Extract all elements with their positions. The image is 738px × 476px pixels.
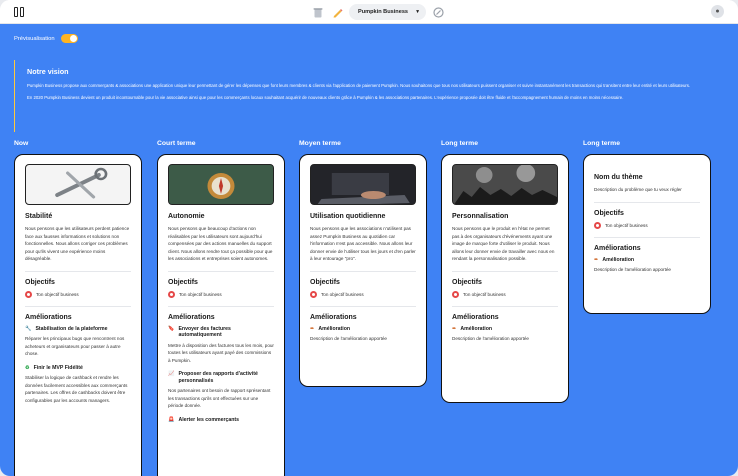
improvement-description: Description de l'amélioration apportée: [452, 336, 529, 341]
improvements-heading: Améliorations: [594, 244, 641, 252]
preview-toggle[interactable]: [60, 34, 78, 43]
improvement-description: Description de l'amélioration apportée: [594, 267, 671, 272]
user-icon: ●: [715, 8, 720, 15]
improvements-heading: Améliorations: [25, 313, 72, 321]
target-icon: [168, 290, 175, 298]
chevron-down-icon: ▼: [415, 9, 421, 15]
target-icon: [594, 221, 601, 229]
improvement-title: 📈 Proposer des rapports d'activité perso…: [168, 371, 258, 384]
goals-heading: Objectifs: [452, 278, 482, 286]
sidebar-toggle-icon[interactable]: [14, 7, 25, 17]
preview-toggle-row: Prévisualisation: [14, 34, 78, 43]
improvement-title: ✒ Amélioration: [452, 325, 493, 332]
goal-text: Ton objectif business: [179, 291, 222, 297]
theme-title: Stabilité: [25, 213, 53, 220]
theme-card-stabilite[interactable]: Stabilité Nous pensons que les utilisate…: [14, 154, 142, 476]
trash-icon[interactable]: [311, 5, 325, 19]
theme-title: Utilisation quotidienne: [310, 213, 386, 220]
improvement-title: 🚨 Alerter les commerçants: [168, 416, 240, 423]
column-title-now: Now: [14, 140, 29, 147]
target-icon: [25, 290, 32, 298]
laptop-photo: [310, 164, 416, 205]
theme-title: Nom du thème: [594, 174, 643, 181]
recycle-icon: ♻: [25, 364, 30, 371]
improvement-title: 🔧 Stabilisation de la plateforme: [25, 325, 108, 332]
goal-text: Ton objectif business: [321, 291, 364, 297]
concert-photo: [452, 164, 558, 205]
vision-title: Notre vision: [27, 67, 69, 76]
target-icon: [452, 290, 459, 298]
pen-icon: ✒: [594, 256, 599, 263]
workspace-select[interactable]: Pumpkin Business ▼: [349, 4, 427, 20]
vision-paragraph: Pumpkin Business propose aux commerçants…: [27, 83, 691, 88]
column-title-long-terme-2: Long terme: [583, 140, 621, 147]
improvement-description: Nos partenaires ont besoin de rapport sp…: [168, 388, 271, 408]
theme-description: Nous pensons que beaucoup d'actions non …: [168, 226, 273, 261]
goals-heading: Objectifs: [25, 278, 55, 286]
goal-item: Ton objectif business: [452, 290, 558, 298]
pencil-icon[interactable]: [330, 5, 344, 19]
goal-text: Ton objectif business: [463, 291, 506, 297]
app-window: Pumpkin Business ▼ ● Prévisualisation No…: [0, 0, 738, 476]
theme-card-utilisation-quotidienne[interactable]: Utilisation quotidienne Nous pensons que…: [299, 154, 427, 387]
vision-block: Notre vision Pumpkin Business propose au…: [14, 60, 714, 132]
pen-icon: ✒: [310, 325, 315, 332]
improvement-description: Stabiliser la logique de cashback et ren…: [25, 375, 128, 403]
theme-description: Nous pensons que le produit en l'état ne…: [452, 226, 555, 261]
workspace-label: Pumpkin Business: [358, 9, 409, 15]
column-title-long-terme: Long terme: [441, 140, 479, 147]
goals-heading: Objectifs: [594, 209, 624, 217]
pen-icon: ✒: [452, 325, 457, 332]
improvements-heading: Améliorations: [452, 313, 499, 321]
label-icon: 🔖: [168, 325, 175, 332]
tools-photo: [25, 164, 131, 205]
improvement-description: Réparer les principaux bugs que rencontr…: [25, 336, 125, 356]
goals-heading: Objectifs: [310, 278, 340, 286]
improvement-description: Description de l'amélioration apportée: [310, 336, 387, 341]
column-title-court-terme: Court terme: [157, 140, 196, 147]
chart-icon: 📈: [168, 371, 175, 377]
vision-paragraph: En 2020 Pumpkin Business devient un prod…: [27, 95, 624, 100]
roadmap-canvas: Prévisualisation Notre vision Pumpkin Bu…: [0, 24, 738, 476]
improvement-description: Mettre à disposition des factures tous l…: [168, 342, 274, 363]
target-icon: [310, 290, 317, 298]
top-toolbar: Pumpkin Business ▼ ●: [0, 0, 738, 24]
improvements-heading: Améliorations: [168, 313, 215, 321]
goal-item: Ton objectif business: [25, 290, 131, 298]
theme-card-template[interactable]: Nom du thème Description du problème que…: [583, 154, 711, 314]
goals-heading: Objectifs: [168, 278, 198, 286]
link-icon[interactable]: [431, 5, 445, 19]
goal-item: Ton objectif business: [594, 221, 700, 229]
wrench-icon: 🔧: [25, 325, 32, 332]
improvement-title: 🔖 Envoyer des factures automatiquement: [168, 325, 231, 339]
avatar[interactable]: ●: [711, 5, 724, 18]
theme-card-autonomie[interactable]: Autonomie Nous pensons que beaucoup d'ac…: [157, 154, 285, 476]
preview-label: Prévisualisation: [14, 35, 55, 42]
improvement-title: ♻ Finir le MVP Fidélité: [25, 364, 83, 371]
goal-text: Ton objectif business: [36, 291, 79, 297]
toolbar-center: Pumpkin Business ▼: [311, 4, 445, 20]
compass-photo: [168, 164, 274, 205]
improvement-title: ✒ Amélioration: [594, 256, 635, 263]
theme-title: Autonomie: [168, 213, 205, 220]
theme-description: Description du problème que tu veux régl…: [594, 187, 682, 192]
improvements-heading: Améliorations: [310, 313, 357, 321]
alert-icon: 🚨: [168, 416, 175, 423]
goal-text: Ton objectif business: [605, 222, 648, 228]
theme-card-personnalisation[interactable]: Personnalisation Nous pensons que le pro…: [441, 154, 569, 403]
theme-description: Nous pensons que les associations n'util…: [310, 226, 416, 261]
theme-title: Personnalisation: [452, 213, 509, 220]
theme-description: Nous pensons que les utilisateurs perden…: [25, 226, 130, 261]
column-title-moyen-terme: Moyen terme: [299, 140, 341, 147]
goal-item: Ton objectif business: [310, 290, 416, 298]
improvement-title: ✒ Amélioration: [310, 325, 351, 332]
goal-item: Ton objectif business: [168, 290, 274, 298]
